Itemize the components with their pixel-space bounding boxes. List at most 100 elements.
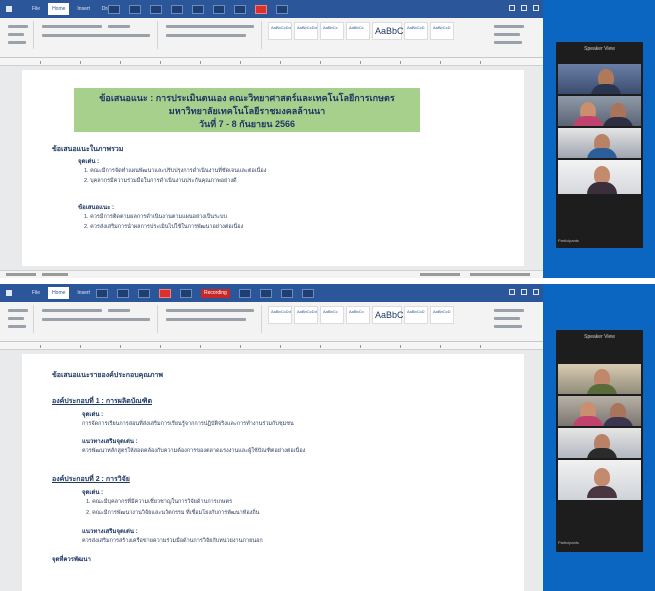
end-meeting-icon[interactable] xyxy=(255,4,267,14)
ruler xyxy=(0,342,543,350)
component-1-improve: ควรพัฒนาหลักสูตรให้สอดคล้องกับความต้องกา… xyxy=(82,448,306,454)
style-title[interactable]: AaBbC xyxy=(372,306,404,324)
maximize-icon[interactable] xyxy=(521,5,527,11)
component-2-title: องค์ประกอบที่ 2 : การวิจัย xyxy=(52,476,130,483)
chat-icon[interactable] xyxy=(180,288,192,298)
tab-home[interactable]: Home xyxy=(48,3,70,15)
zoom-sidebar: Speaker View Participants xyxy=(543,284,655,591)
style-emphasis[interactable]: AaBbCcD xyxy=(430,22,454,40)
clipboard-group xyxy=(4,21,34,49)
zoom-meeting-controls: Recording xyxy=(96,286,314,300)
panel-title[interactable]: Speaker View xyxy=(556,330,643,344)
component-2-strength: 2. คณะมีการพัฒนางานวิจัยและนวัตกรรม ที่เ… xyxy=(86,510,260,516)
font-group xyxy=(38,21,158,49)
component-2-improve-label: แนวทางเสริมจุดเด่น : xyxy=(82,529,138,535)
component-1-title: องค์ประกอบที่ 1 : การผลิตบัณฑิต xyxy=(52,398,152,405)
component-2-strength: 1. คณะมีบุคลากรที่มีความเชี่ยวชาญในการวิ… xyxy=(86,499,233,505)
record-icon[interactable] xyxy=(213,4,225,14)
participant-video[interactable] xyxy=(558,396,641,426)
participant-video[interactable] xyxy=(558,428,641,458)
maximize-icon[interactable] xyxy=(521,289,527,295)
participants-icon[interactable] xyxy=(150,4,162,14)
tab-insert[interactable]: Insert xyxy=(73,3,94,15)
style-heading-1[interactable]: AaBbCc xyxy=(320,22,344,40)
participant-video[interactable] xyxy=(558,460,641,500)
footer-label: จุดที่ควรพัฒนา xyxy=(52,557,91,563)
document-page[interactable]: ข้อเสนอแนะรายองค์ประกอบคุณภาพ องค์ประกอบ… xyxy=(22,354,524,591)
more-icon[interactable] xyxy=(276,4,288,14)
reactions-icon[interactable] xyxy=(238,288,251,298)
panel-title[interactable]: Speaker View xyxy=(556,42,643,56)
improvement-item: 1. ควรมีการติดตามผลการดำเนินงานตามแผนอย่… xyxy=(84,214,227,220)
style-title[interactable]: AaBbC xyxy=(372,22,404,40)
clipboard-group xyxy=(4,305,34,333)
participants-footer[interactable]: Participants xyxy=(558,540,579,545)
style-subtitle[interactable]: AaBbCcD xyxy=(404,22,428,40)
more-icon[interactable] xyxy=(301,288,314,298)
participant-video[interactable] xyxy=(558,364,641,394)
video-icon[interactable] xyxy=(129,4,141,14)
document-page[interactable]: ข้อเสนอแนะ : การประเมินตนเอง คณะวิทยาศาส… xyxy=(22,70,524,266)
word-window: File Home Insert Recording AaBbCcDd AaBb… xyxy=(0,284,543,591)
ribbon-home: AaBbCcDd AaBbCcDd AaBbCc AaBbCc AaBbC Aa… xyxy=(0,302,543,342)
word-window: File Home Insert Draw xyxy=(0,0,543,278)
style-subtitle[interactable]: AaBbCcD xyxy=(404,306,428,324)
style-heading-2[interactable]: AaBbCc xyxy=(346,306,370,324)
mute-icon[interactable] xyxy=(96,288,108,298)
section-heading: ข้อเสนอแนะในภาพรวม xyxy=(52,146,124,153)
editing-group xyxy=(490,21,538,49)
strength-item: 1. คณะมีการจัดทำแผนพัฒนาและปรับปรุงการดำ… xyxy=(84,168,267,174)
component-1-strength: การจัดการเรียนการสอนที่ส่งเสริมการเรียนร… xyxy=(82,421,294,427)
style-no-spacing[interactable]: AaBbCcDd xyxy=(294,306,318,324)
participant-video[interactable] xyxy=(558,64,641,94)
screenshot-2: File Home Insert Recording AaBbCcDd AaBb… xyxy=(0,284,655,591)
style-heading-1[interactable]: AaBbCc xyxy=(320,306,344,324)
mute-icon[interactable] xyxy=(108,4,120,14)
video-icon[interactable] xyxy=(117,288,129,298)
component-1-strength-label: จุดเด่น : xyxy=(82,412,104,418)
window-controls xyxy=(509,5,539,11)
style-heading-2[interactable]: AaBbCc xyxy=(346,22,370,40)
zoom-sidebar: Speaker View Participants xyxy=(543,0,655,278)
minimize-icon[interactable] xyxy=(509,289,515,295)
minimize-icon[interactable] xyxy=(509,5,515,11)
style-emphasis[interactable]: AaBbCcD xyxy=(430,306,454,324)
share-screen-icon[interactable] xyxy=(171,4,183,14)
close-icon[interactable] xyxy=(533,289,539,295)
status-bar xyxy=(0,270,543,278)
component-2-improve: ควรส่งเสริมการสร้างเครือข่ายความร่วมมือด… xyxy=(82,538,263,544)
tab-home[interactable]: Home xyxy=(48,287,70,299)
title-bar: File Home Insert Draw xyxy=(0,0,543,18)
style-no-spacing[interactable]: AaBbCcDd xyxy=(294,22,318,40)
reactions-icon[interactable] xyxy=(234,4,246,14)
participant-video[interactable] xyxy=(558,96,641,126)
style-normal[interactable]: AaBbCcDd xyxy=(268,22,292,40)
tab-file[interactable]: File xyxy=(28,3,44,15)
font-group xyxy=(38,305,158,333)
ribbon-tabs: File Home Insert Draw xyxy=(28,3,118,15)
tab-insert[interactable]: Insert xyxy=(73,287,94,299)
strength-item: 2. บุคลากรมีความร่วมมือในการดำเนินงานประ… xyxy=(84,178,237,184)
screenshot-1: File Home Insert Draw xyxy=(0,0,655,278)
zoom-participant-panel: Speaker View Participants xyxy=(556,330,643,552)
paragraph-group xyxy=(162,305,262,333)
title-bar: File Home Insert Recording xyxy=(0,284,543,302)
participants-icon[interactable] xyxy=(138,288,150,298)
participant-video[interactable] xyxy=(558,128,641,158)
participant-video[interactable] xyxy=(558,160,641,194)
tab-file[interactable]: File xyxy=(28,287,44,299)
whiteboard-icon[interactable] xyxy=(280,288,293,298)
share-screen-icon[interactable] xyxy=(159,288,171,298)
save-icon[interactable] xyxy=(6,290,12,296)
participants-footer[interactable]: Participants xyxy=(558,238,579,243)
style-normal[interactable]: AaBbCcDd xyxy=(268,306,292,324)
chat-icon[interactable] xyxy=(192,4,204,14)
apps-icon[interactable] xyxy=(259,288,272,298)
recording-badge[interactable]: Recording xyxy=(201,288,230,298)
section-heading: ข้อเสนอแนะรายองค์ประกอบคุณภาพ xyxy=(52,372,163,379)
close-icon[interactable] xyxy=(533,5,539,11)
document-canvas: ข้อเสนอแนะรายองค์ประกอบคุณภาพ องค์ประกอบ… xyxy=(0,350,543,591)
save-icon[interactable] xyxy=(6,6,12,12)
strengths-label: จุดเด่น : xyxy=(78,159,100,165)
zoom-participant-panel: Speaker View Participants xyxy=(556,42,643,248)
